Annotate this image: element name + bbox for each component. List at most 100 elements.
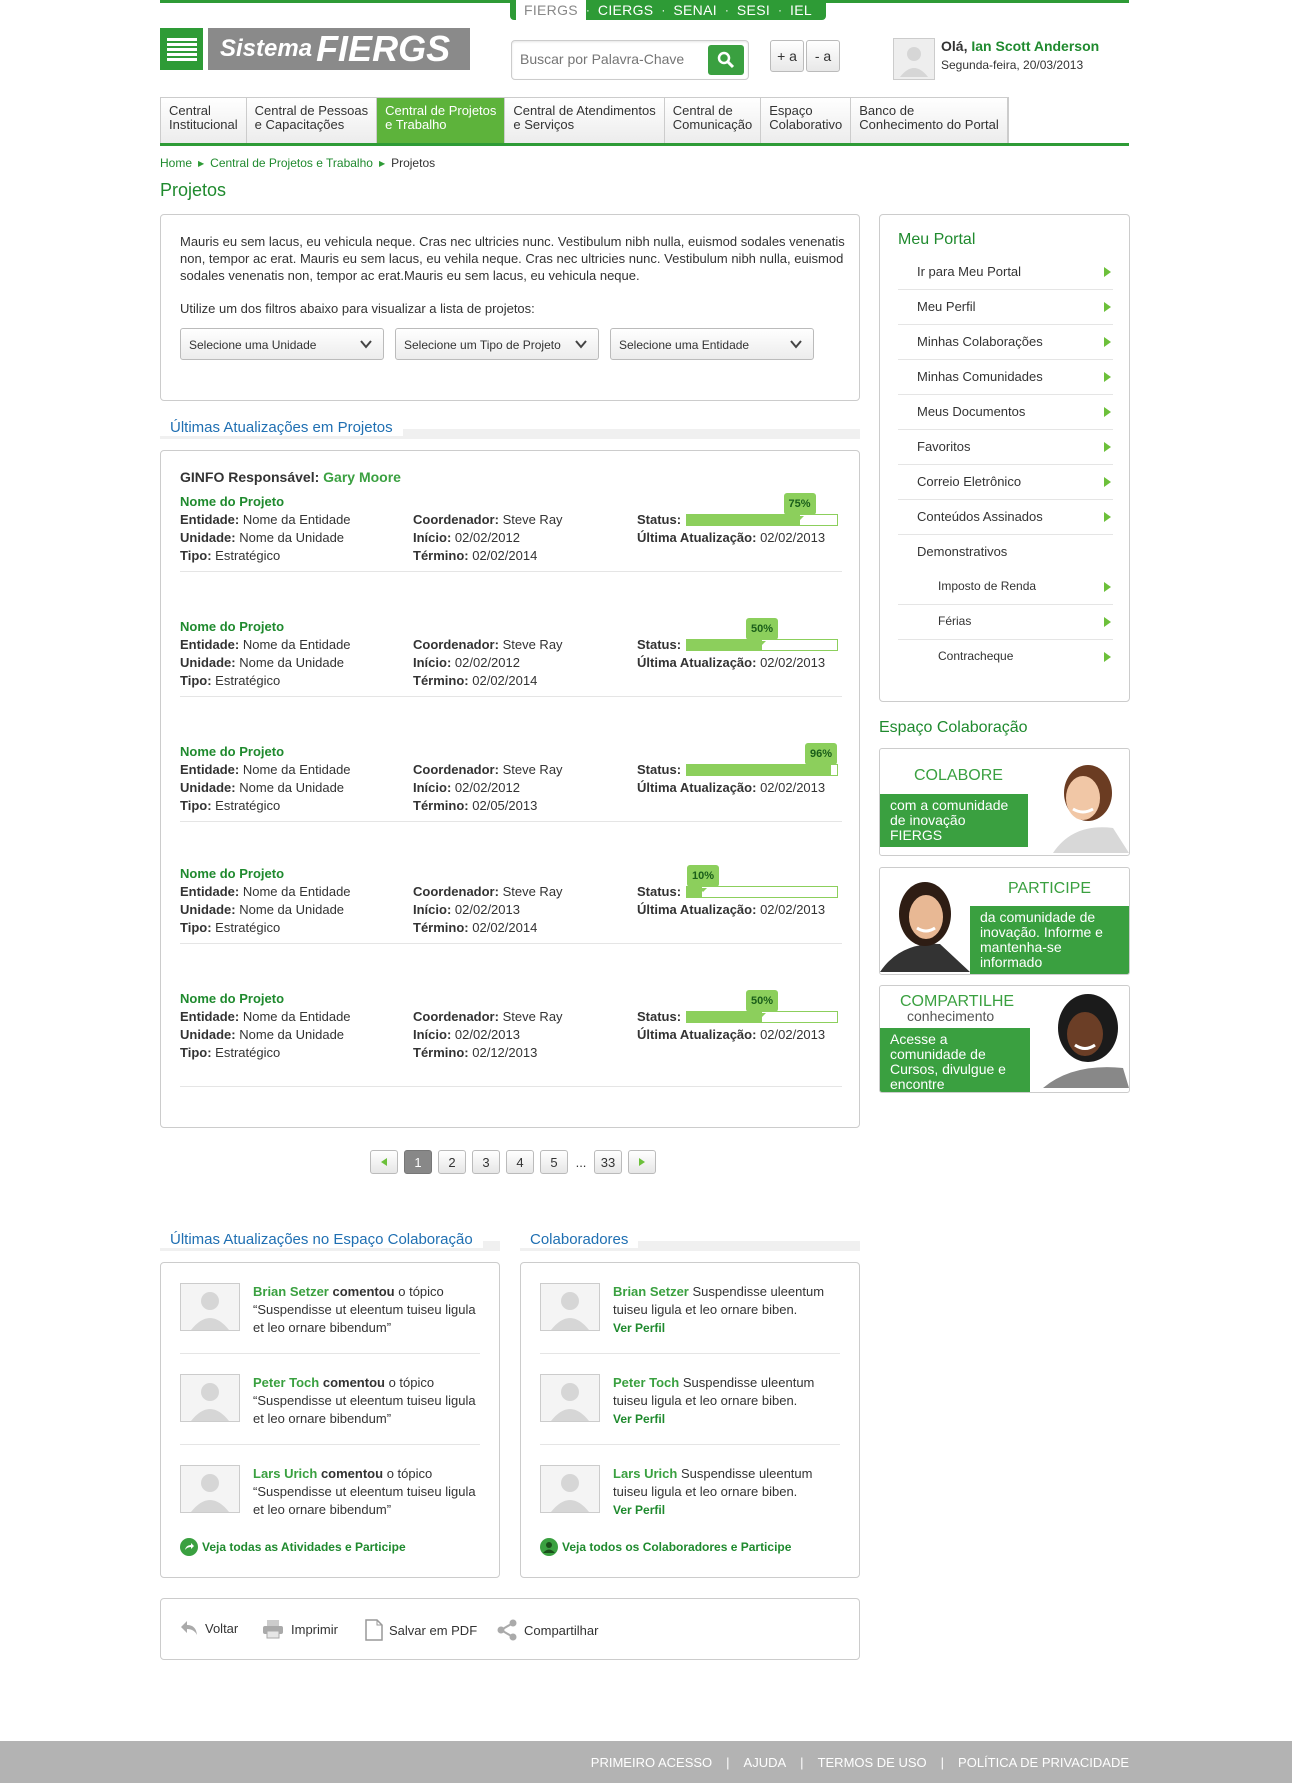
user-name-link[interactable]: Lars Urich <box>253 1466 317 1481</box>
main-nav: Central Institucional Central de Pessoas e… <box>160 97 1009 143</box>
save-pdf-button[interactable]: Salvar em PDF <box>365 1619 477 1641</box>
participe-banner[interactable]: PARTICIPE da comunidade de inovação. Inf… <box>879 867 1130 975</box>
breadcrumb-section[interactable]: Central de Projetos e Trabalho <box>210 156 373 170</box>
ginfo-name[interactable]: Gary Moore <box>323 469 401 485</box>
project-name[interactable]: Nome do Projeto <box>180 618 840 636</box>
page-1-button[interactable]: 1 <box>404 1150 432 1174</box>
project-col-dates: Coordenador: Steve Ray Início: 02/02/201… <box>413 636 563 690</box>
system-nav: FIERGS · CIERGS · SENAI · SESI · IEL <box>510 0 826 20</box>
label: Última Atualização: <box>637 780 757 795</box>
user-name[interactable]: Ian Scott Anderson <box>971 38 1099 54</box>
nav-tab-comunicacao[interactable]: Central de Comunicação <box>664 98 762 143</box>
share-button[interactable]: Compartilhar <box>496 1619 598 1641</box>
portal-item-favoritos[interactable]: Favoritos <box>898 430 1113 465</box>
arrow-right-icon <box>1104 512 1111 522</box>
unit-select[interactable]: Selecione uma Unidade <box>180 328 384 360</box>
user-name-link[interactable]: Brian Setzer <box>613 1284 689 1299</box>
portal-item-ir-portal[interactable]: Ir para Meu Portal <box>898 255 1113 290</box>
search-input[interactable] <box>520 51 690 67</box>
breadcrumb-home[interactable]: Home <box>160 156 192 170</box>
user-name-link[interactable]: Brian Setzer <box>253 1284 329 1299</box>
avatar[interactable] <box>540 1283 600 1331</box>
sysnav-ciergs[interactable]: CIERGS <box>590 2 661 18</box>
page-5-button[interactable]: 5 <box>540 1150 568 1174</box>
print-button[interactable]: Imprimir <box>261 1619 338 1639</box>
avatar[interactable] <box>540 1374 600 1422</box>
page-last-button[interactable]: 33 <box>594 1150 622 1174</box>
page-2-button[interactable]: 2 <box>438 1150 466 1174</box>
portal-subitem-contracheque[interactable]: Contracheque <box>898 640 1113 675</box>
compartilhe-banner[interactable]: COMPARTILHE conhecimento Acesse a comuni… <box>879 985 1130 1093</box>
chevron-down-icon <box>575 340 587 349</box>
intro-panel: Mauris eu sem lacus, eu vehicula neque. … <box>160 214 860 401</box>
coordinator-value: Steve Ray <box>502 762 563 777</box>
avatar[interactable] <box>180 1283 240 1331</box>
avatar[interactable] <box>180 1374 240 1422</box>
nav-tab-institucional[interactable]: Central Institucional <box>161 98 247 143</box>
nav-tab-colaborativo[interactable]: Espaço Colaborativo <box>761 98 852 143</box>
view-profile-link[interactable]: Ver Perfil <box>613 1501 843 1519</box>
increase-font-button[interactable]: + a <box>770 40 804 72</box>
view-profile-link[interactable]: Ver Perfil <box>613 1319 843 1337</box>
footer-link-privacidade[interactable]: POLÍTICA DE PRIVACIDADE <box>958 1755 1129 1770</box>
search-button[interactable] <box>708 45 744 75</box>
portal-item-correio[interactable]: Correio Eletrônico <box>898 465 1113 500</box>
footer-link-primeiro-acesso[interactable]: PRIMEIRO ACESSO <box>591 1755 712 1770</box>
portal-subitem-ferias[interactable]: Férias <box>898 605 1113 640</box>
sysnav-iel[interactable]: IEL <box>782 2 820 18</box>
footer-link-termos[interactable]: TERMOS DE USO <box>818 1755 927 1770</box>
prev-page-button[interactable] <box>370 1150 398 1174</box>
label: Coordenador: <box>413 1009 499 1024</box>
user-name-link[interactable]: Peter Toch <box>613 1375 679 1390</box>
view-profile-link[interactable]: Ver Perfil <box>613 1410 843 1428</box>
page-4-button[interactable]: 4 <box>506 1150 534 1174</box>
avatar[interactable] <box>180 1465 240 1513</box>
project-type-select[interactable]: Selecione um Tipo de Projeto <box>395 328 599 360</box>
portal-item-conteudos[interactable]: Conteúdos Assinados <box>898 500 1113 535</box>
avatar-placeholder-icon <box>551 1474 589 1512</box>
end-value: 02/02/2014 <box>472 673 538 688</box>
nav-tab-pessoas[interactable]: Central de Pessoas e Capacitações <box>246 98 378 143</box>
nav-tab-atendimentos[interactable]: Central de Atendimentos e Serviços <box>505 98 665 143</box>
entity-value: Nome da Entidade <box>242 762 351 777</box>
avatar-placeholder-icon <box>191 1292 229 1330</box>
user-name-link[interactable]: Lars Urich <box>613 1466 677 1481</box>
avatar[interactable] <box>540 1465 600 1513</box>
entity-value: Nome da Entidade <box>242 512 351 527</box>
project-name[interactable]: Nome do Projeto <box>180 493 840 511</box>
projects-list: GINFO Responsável: Gary Moore Nome do Pr… <box>160 450 860 1128</box>
next-page-button[interactable] <box>628 1150 656 1174</box>
page-3-button[interactable]: 3 <box>472 1150 500 1174</box>
back-arrow-icon <box>181 1621 197 1635</box>
sysnav-fiergs[interactable]: FIERGS <box>516 0 586 20</box>
portal-item-documentos[interactable]: Meus Documentos <box>898 395 1113 430</box>
project-name[interactable]: Nome do Projeto <box>180 990 840 1008</box>
label: Coordenador: <box>413 512 499 527</box>
user-avatar[interactable] <box>893 38 935 80</box>
project-name[interactable]: Nome do Projeto <box>180 865 840 883</box>
select-value: Selecione uma Entidade <box>619 338 750 352</box>
progress-bar: 96% <box>686 743 838 776</box>
see-all-collaborators-link[interactable]: Veja todos os Colaboradores e Participe <box>540 1538 791 1556</box>
last-update-value: 02/02/2013 <box>760 780 826 795</box>
end-value: 02/02/2014 <box>472 548 538 563</box>
project-col-info: Entidade: Nome da Entidade Unidade: Nome… <box>180 883 351 937</box>
project-name[interactable]: Nome do Projeto <box>180 743 840 761</box>
user-name-link[interactable]: Peter Toch <box>253 1375 319 1390</box>
fiergs-logo[interactable]: Sistema FIERGS <box>160 28 470 70</box>
sysnav-senai[interactable]: SENAI <box>665 2 725 18</box>
portal-item-colaboracoes[interactable]: Minhas Colaborações <box>898 325 1113 360</box>
entity-select[interactable]: Selecione uma Entidade <box>610 328 814 360</box>
portal-item-perfil[interactable]: Meu Perfil <box>898 290 1113 325</box>
colabore-banner[interactable]: COLABORE com a comunidade de inovação FI… <box>879 748 1130 856</box>
nav-tab-conhecimento[interactable]: Banco de Conhecimento do Portal <box>851 98 1008 143</box>
nav-tab-projetos[interactable]: Central de Projetos e Trabalho <box>377 98 506 143</box>
see-all-activities-link[interactable]: Veja todas as Atividades e Participe <box>180 1538 406 1556</box>
footer-link-ajuda[interactable]: AJUDA <box>744 1755 787 1770</box>
portal-subitem-imposto[interactable]: Imposto de Renda <box>898 570 1113 605</box>
portal-item-comunidades[interactable]: Minhas Comunidades <box>898 360 1113 395</box>
filter-hint: Utilize um dos filtros abaixo para visua… <box>180 301 535 316</box>
sysnav-sesi[interactable]: SESI <box>729 2 778 18</box>
back-button[interactable]: Voltar <box>179 1619 238 1637</box>
decrease-font-button[interactable]: - a <box>806 40 840 72</box>
